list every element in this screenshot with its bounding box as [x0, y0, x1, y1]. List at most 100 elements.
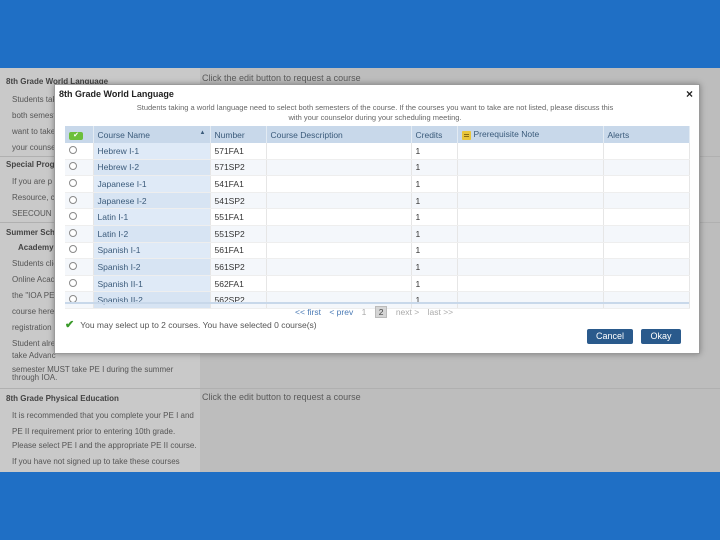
credits-cell: 1	[411, 143, 458, 160]
credits-cell: 1	[411, 242, 458, 260]
section-title: 8th Grade Physical Education	[6, 394, 119, 403]
column-header-alerts[interactable]: Alerts	[603, 126, 690, 143]
section-line: Resource, c	[12, 193, 55, 202]
table-row[interactable]: Japanese I-1 541FA1 1	[65, 175, 690, 193]
row-radio[interactable]	[69, 162, 77, 171]
section-line: It is recommended that you complete your…	[12, 411, 194, 420]
row-radio[interactable]	[69, 212, 77, 221]
row-radio[interactable]	[69, 195, 77, 204]
course-number-cell: 541SP2	[210, 192, 267, 210]
alerts-cell	[603, 159, 690, 177]
course-number-cell: 562FA1	[210, 275, 267, 293]
section-line: Online Acad	[12, 275, 56, 284]
table-header-row: ✔ Course Name ▲ Number Course Description…	[65, 126, 690, 143]
pager-page-2-current: 2	[374, 306, 388, 318]
alerts-cell	[603, 192, 690, 210]
slide-top-band	[0, 0, 720, 68]
prereq-cell	[457, 192, 604, 210]
course-description-cell	[266, 175, 412, 193]
okay-button[interactable]: Okay	[641, 329, 681, 344]
pager-next-link: next >	[395, 307, 420, 317]
select-cell[interactable]	[65, 175, 94, 193]
course-description-cell	[266, 192, 412, 210]
pager-prev-link[interactable]: < prev	[329, 307, 353, 317]
course-name-cell: Japanese I-1	[93, 175, 211, 193]
course-table: ✔ Course Name ▲ Number Course Description…	[65, 126, 690, 309]
table-row[interactable]: Japanese I-2 541SP2 1	[65, 192, 690, 210]
pager-page-1[interactable]: 1	[362, 307, 367, 317]
select-cell[interactable]	[65, 192, 94, 210]
course-number-cell: 561FA1	[210, 242, 267, 260]
credits-cell: 1	[411, 225, 458, 243]
section-line: want to take	[12, 127, 56, 136]
section-line: SEECOUN	[12, 209, 52, 218]
section-line: Students tak	[12, 95, 57, 104]
table-row[interactable]: Spanish I-1 561FA1 1	[65, 242, 690, 260]
section-line: registration	[12, 323, 52, 332]
course-number-cell: 541FA1	[210, 175, 267, 193]
section-line: Students clic	[12, 259, 58, 268]
course-name-cell: Spanish II-2	[93, 291, 211, 309]
select-cell[interactable]	[65, 258, 94, 276]
course-number-cell: 571FA1	[210, 143, 267, 160]
select-cell[interactable]	[65, 242, 94, 260]
section-line: your counse	[12, 143, 56, 152]
select-cell[interactable]	[65, 159, 94, 177]
course-description-cell	[266, 159, 412, 177]
close-icon[interactable]: ×	[686, 87, 693, 101]
prereq-cell	[457, 208, 604, 226]
selection-status: ✔ You may select up to 2 courses. You hav…	[65, 318, 317, 331]
edit-hint: Click the edit button to request a cours…	[202, 392, 361, 402]
course-description-cell	[266, 143, 412, 160]
table-row[interactable]: Hebrew I-1 571FA1 1	[65, 143, 690, 160]
alerts-cell	[603, 242, 690, 260]
slide-bottom-band	[0, 472, 720, 540]
divider	[0, 388, 720, 389]
column-header-course-name[interactable]: Course Name ▲	[93, 126, 211, 143]
alerts-cell	[603, 225, 690, 243]
row-radio[interactable]	[69, 261, 77, 270]
edit-hint: Click the edit button to request a cours…	[202, 73, 361, 83]
prereq-cell	[457, 143, 604, 160]
table-row[interactable]: Latin I-1 551FA1 1	[65, 208, 690, 226]
row-radio[interactable]	[69, 178, 77, 187]
table-row[interactable]: Latin I-2 551SP2 1	[65, 225, 690, 243]
column-header-credits[interactable]: Credits	[411, 126, 458, 143]
table-row[interactable]: Hebrew I-2 571SP2 1	[65, 159, 690, 177]
select-cell[interactable]	[65, 208, 94, 226]
pager: << first < prev 1 2 next > last >>	[295, 306, 459, 318]
section-title: Special Prog	[6, 160, 55, 169]
select-cell[interactable]	[65, 275, 94, 293]
row-radio[interactable]	[69, 145, 77, 154]
pager-first-link[interactable]: << first	[295, 307, 321, 317]
row-radio[interactable]	[69, 228, 77, 237]
select-all-header[interactable]: ✔	[65, 126, 94, 143]
course-name-cell: Japanese I-2	[93, 192, 211, 210]
prereq-cell	[457, 291, 604, 309]
course-name-cell: Spanish I-1	[93, 242, 211, 260]
credits-cell: 1	[411, 208, 458, 226]
note-icon	[461, 130, 471, 140]
course-description-cell	[266, 225, 412, 243]
section-line: course here	[12, 307, 55, 316]
alerts-cell	[603, 175, 690, 193]
table-row[interactable]: Spanish I-2 561SP2 1	[65, 258, 690, 276]
table-row[interactable]: Spanish II-1 562FA1 1	[65, 275, 690, 293]
select-cell[interactable]	[65, 291, 94, 309]
row-radio[interactable]	[69, 278, 77, 287]
prereq-cell	[457, 175, 604, 193]
check-icon: ✔	[65, 319, 75, 331]
column-header-prerequisite-note[interactable]: Prerequisite Note	[457, 126, 604, 143]
section-line: If you have not signed up to take these …	[12, 457, 180, 466]
column-header-number[interactable]: Number	[210, 126, 267, 143]
course-description-cell	[266, 275, 412, 293]
cancel-button[interactable]: Cancel	[587, 329, 633, 344]
row-radio[interactable]	[69, 245, 77, 254]
select-cell[interactable]	[65, 143, 94, 160]
column-header-course-description[interactable]: Course Description	[266, 126, 412, 143]
alerts-cell	[603, 258, 690, 276]
course-name-cell: Hebrew I-1	[93, 143, 211, 160]
select-cell[interactable]	[65, 225, 94, 243]
credits-cell: 1	[411, 175, 458, 193]
course-number-cell: 551SP2	[210, 225, 267, 243]
